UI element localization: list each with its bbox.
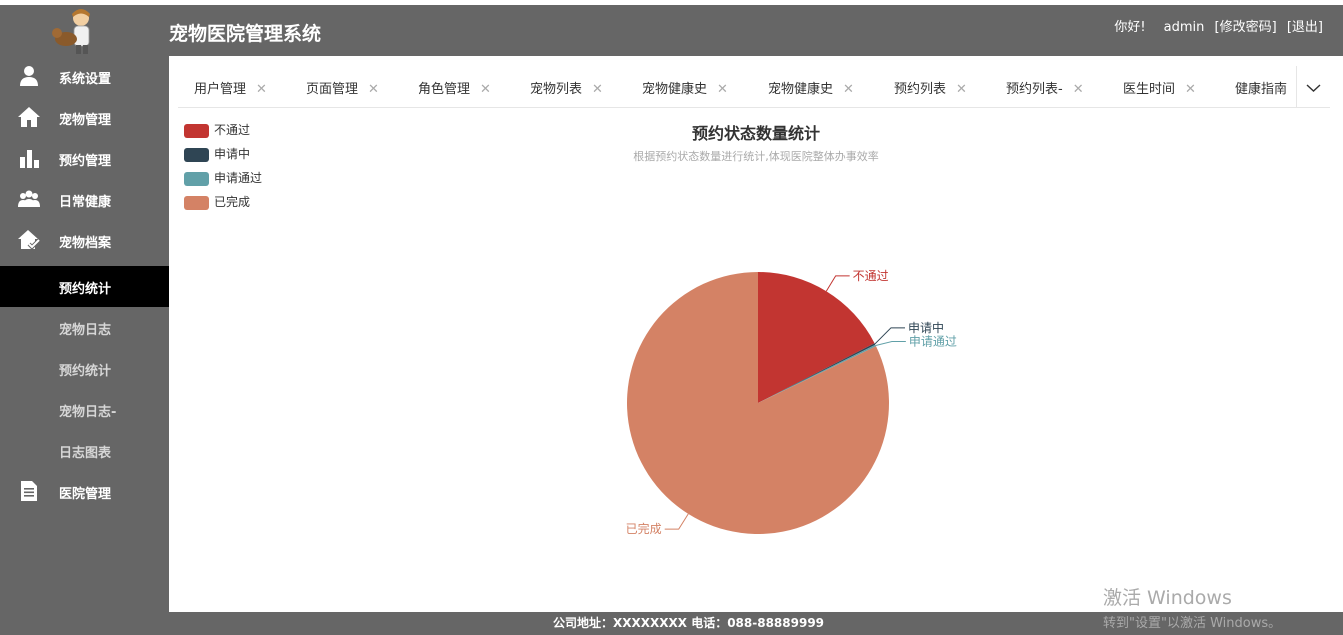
sidebar-item-daily-health[interactable]: 日常健康 [0, 179, 169, 220]
sidebar-item-pet-records[interactable]: 宠物档案 [0, 220, 169, 261]
greeting-text: 你好! [1114, 20, 1146, 35]
sidebar-item-label: 系统设置 [59, 72, 112, 87]
sidebar-subitem-label: 日志图表 [59, 446, 112, 461]
tab-health-guide[interactable]: 健康指南 [1235, 78, 1287, 97]
sidebar-subitem-label: 预约统计 [59, 364, 112, 379]
tab-label: 角色管理 [418, 82, 471, 97]
tab-label: 宠物列表 [530, 82, 583, 97]
logo [48, 5, 104, 56]
slice-label-approved: 申请通过 [909, 335, 957, 349]
bar-chart-icon [18, 147, 40, 169]
logout-link[interactable]: [退出] [1287, 20, 1323, 35]
tab-appointment-list-2[interactable]: 预约列表- ✕ [1006, 78, 1084, 97]
document-icon [18, 480, 40, 502]
tab-label: 宠物健康史 [642, 82, 708, 97]
sidebar-item-label: 医院管理 [59, 487, 112, 502]
slice-label-completed: 已完成 [626, 521, 662, 536]
tab-pet-health-history[interactable]: 宠物健康史 ✕ [642, 78, 728, 97]
tab-label: 预约列表- [1006, 82, 1063, 97]
close-icon[interactable]: ✕ [592, 82, 603, 97]
tab-user-management[interactable]: 用户管理 ✕ [194, 78, 267, 97]
sidebar-subitem-label: 宠物日志- [59, 405, 117, 420]
sidebar-subitem-label: 宠物日志 [59, 323, 112, 338]
sidebar-subitem-pet-log[interactable]: 宠物日志 [0, 307, 169, 348]
windows-activation-watermark: 激活 Windows 转到"设置"以激活 Windows。 [1103, 583, 1281, 631]
close-icon[interactable]: ✕ [256, 82, 267, 97]
app-title: 宠物医院管理系统 [169, 23, 322, 45]
tab-appointment-list[interactable]: 预约列表 ✕ [894, 78, 967, 97]
slice-label-pending: 申请中 [908, 320, 944, 335]
slice-label-rejected: 不通过 [853, 269, 889, 283]
sidebar-item-pet-management[interactable]: 宠物管理 [0, 97, 169, 138]
user-gear-icon [18, 65, 40, 87]
sidebar-item-system-settings[interactable]: 系统设置 [0, 56, 169, 97]
chart-area: 预约状态数量统计 根据预约状态数量进行统计,体现医院整体办事效率 不通过 申请中… [169, 108, 1343, 612]
close-icon[interactable]: ✕ [1073, 82, 1084, 97]
tab-label: 宠物健康史 [768, 82, 834, 97]
home-icon [18, 106, 40, 128]
tab-label: 页面管理 [306, 82, 359, 97]
tab-doctor-time[interactable]: 医生时间 ✕ [1123, 78, 1196, 97]
tab-bar: 用户管理 ✕ 页面管理 ✕ 角色管理 ✕ 宠物列表 ✕ 宠物健康史 ✕ 宠物健康史 ✕ 预约… [178, 66, 1330, 108]
header-user-area: 你好! admin [修改密码] [退出] [1108, 16, 1323, 35]
tab-pet-health-history-2[interactable]: 宠物健康史 ✕ [768, 78, 854, 97]
sidebar-subitem-log-chart[interactable]: 日志图表 [0, 430, 169, 471]
close-icon[interactable]: ✕ [368, 82, 379, 97]
sidebar-item-appointment-management[interactable]: 预约管理 [0, 138, 169, 179]
watermark-line-2: 转到"设置"以激活 Windows。 [1103, 616, 1282, 631]
username: admin [1163, 20, 1205, 35]
change-password-link[interactable]: [修改密码] [1215, 20, 1277, 35]
pie-chart: 不通过申请中申请通过已完成 [626, 269, 957, 536]
sidebar-subitem-pet-log-2[interactable]: 宠物日志- [0, 389, 169, 430]
sidebar-subitem-label: 预约统计 [59, 282, 112, 297]
house-check-icon [18, 229, 41, 251]
header-bar: 宠物医院管理系统 你好! admin [修改密码] [退出] [0, 5, 1343, 56]
sidebar: 系统设置 宠物管理 预约管理 日常健康 宠物档案 预约统计 宠物日志 预约统计 … [0, 56, 169, 612]
sidebar-item-hospital-management[interactable]: 医院管理 [0, 471, 169, 512]
tab-label: 健康指南 [1235, 82, 1288, 97]
sidebar-item-label: 宠物档案 [59, 236, 112, 251]
watermark-line-1: 激活 Windows [1103, 587, 1232, 609]
leader-line-completed [664, 513, 689, 530]
close-icon[interactable]: ✕ [956, 82, 967, 97]
sidebar-subitem-appointment-stats[interactable]: 预约统计 [0, 266, 169, 307]
tab-label: 预约列表 [894, 82, 947, 97]
sidebar-item-label: 日常健康 [59, 195, 112, 210]
close-icon[interactable]: ✕ [480, 82, 491, 97]
tab-pet-list[interactable]: 宠物列表 ✕ [530, 78, 603, 97]
sidebar-item-label: 预约管理 [59, 154, 112, 169]
close-icon[interactable]: ✕ [843, 82, 854, 97]
tab-more-button[interactable] [1296, 66, 1330, 107]
sidebar-subitem-appointment-stats-2[interactable]: 预约统计 [0, 348, 169, 389]
tab-role-management[interactable]: 角色管理 ✕ [418, 78, 491, 97]
sidebar-item-label: 宠物管理 [59, 113, 112, 128]
chevron-down-icon [1306, 84, 1321, 92]
footer-text: 公司地址：XXXXXXXX 电话：088-88889999 [553, 616, 825, 630]
group-icon [18, 188, 40, 210]
tab-label: 医生时间 [1123, 82, 1176, 97]
tab-label: 用户管理 [194, 82, 247, 97]
leader-line-approved [875, 341, 906, 346]
leader-line-rejected [825, 275, 850, 292]
tab-page-management[interactable]: 页面管理 ✕ [306, 78, 379, 97]
close-icon[interactable]: ✕ [717, 82, 728, 97]
close-icon[interactable]: ✕ [1185, 82, 1196, 97]
